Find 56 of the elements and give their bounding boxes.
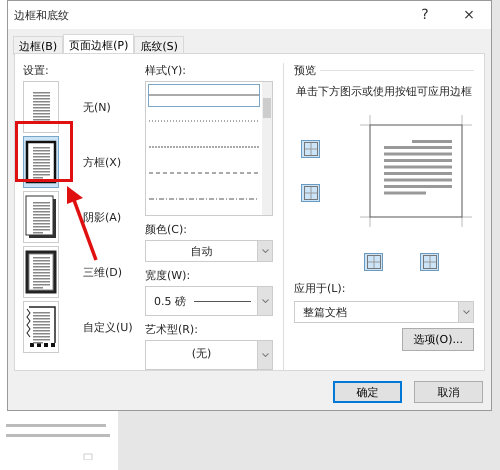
color-dropdown[interactable]: 自动 (145, 240, 273, 262)
page-icon (25, 195, 57, 239)
preview-label: 预览 (294, 63, 316, 78)
line-sample-icon (149, 170, 259, 175)
width-label: 宽度(W): (145, 268, 192, 283)
page-icon (25, 305, 57, 349)
close-button[interactable]: × (447, 1, 491, 29)
window-title: 边框和底纹 (14, 8, 70, 22)
setting-label: 三维(D) (83, 264, 122, 280)
color-label: 颜色(C): (145, 222, 188, 237)
help-button[interactable]: ? (403, 1, 447, 29)
highlight-rectangle (15, 121, 73, 182)
setting-label: 方框(X) (83, 154, 122, 170)
options-button[interactable]: 选项(O)... (402, 328, 474, 351)
chevron-down-icon (262, 299, 268, 303)
line-sample-icon (149, 119, 259, 124)
left-border-button[interactable] (364, 253, 383, 271)
setting-label: 无(N) (83, 100, 111, 114)
setting-thumbnail[interactable] (23, 81, 59, 133)
line-sample-icon (194, 300, 251, 302)
setting-label: 阴影(A) (83, 210, 122, 224)
preview-hint: 单击下方图示或使用按钮可应用边框 (295, 84, 473, 99)
line-style-option[interactable] (148, 84, 260, 107)
grid-icon (304, 142, 318, 156)
apply-to-dropdown[interactable]: 整篇文档 (294, 301, 474, 323)
page-icon (25, 140, 57, 184)
right-border-button[interactable] (420, 253, 439, 271)
line-sample-icon (149, 144, 259, 149)
grid-icon (366, 255, 380, 269)
chevron-down-icon (262, 249, 268, 253)
tab[interactable]: 页面边框(P) (63, 34, 134, 55)
apply-to-label: 应用于(L): (294, 281, 346, 296)
style-label: 样式(Y): (145, 63, 188, 78)
setting-thumbnail[interactable] (23, 246, 59, 298)
line-sample-icon (149, 196, 259, 201)
settings-label: 设置: (23, 63, 50, 78)
chevron-down-icon (462, 310, 470, 314)
tab[interactable]: 边框(B) (13, 36, 64, 55)
bottom-border-button[interactable] (301, 184, 320, 202)
page-icon (25, 250, 57, 294)
line-style-list[interactable] (145, 81, 273, 216)
setting-label: 自定义(U) (83, 320, 133, 334)
dialog-button[interactable]: 取消 (414, 381, 483, 403)
top-border-button[interactable] (301, 140, 320, 158)
setting-thumbnail[interactable] (23, 301, 59, 353)
line-sample-icon (149, 93, 259, 98)
dialog-button[interactable]: 确定 (333, 381, 402, 403)
art-label: 艺术型(R): (145, 322, 199, 337)
grid-icon (422, 255, 436, 269)
width-dropdown[interactable]: 0.5 磅 (145, 286, 273, 316)
chevron-down-icon (262, 353, 268, 357)
art-dropdown[interactable]: (无) (145, 340, 273, 370)
setting-thumbnail[interactable] (23, 136, 59, 188)
grid-icon (304, 186, 318, 200)
scrollbar[interactable] (262, 82, 272, 215)
setting-thumbnail[interactable] (23, 191, 59, 243)
